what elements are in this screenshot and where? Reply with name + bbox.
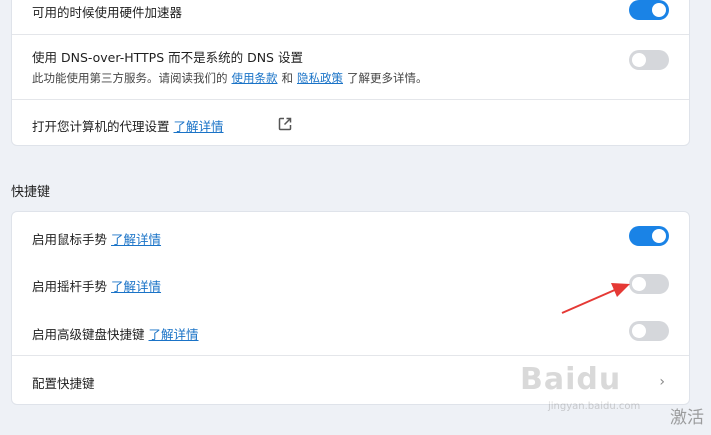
hardware-acceleration-label: 可用的时候使用硬件加速器 xyxy=(32,5,183,20)
privacy-policy-link[interactable]: 隐私政策 xyxy=(297,71,343,85)
toggle-knob xyxy=(652,229,666,243)
toggle-knob xyxy=(652,3,666,17)
dns-over-https-description: 此功能使用第三方服务。请阅读我们的 使用条款和隐私政策 了解更多详情。 xyxy=(32,70,428,86)
rocker-gestures-row: 启用摇杆手势 了解详情 xyxy=(12,260,689,307)
dns-description-prefix: 此功能使用第三方服务。请阅读我们的 xyxy=(32,71,228,85)
baidu-watermark: Baidu xyxy=(520,362,622,397)
toggle-knob xyxy=(632,324,646,338)
advanced-shortcuts-learn-more-link[interactable]: 了解详情 xyxy=(149,327,199,342)
configure-shortcuts-label: 配置快捷键 xyxy=(32,376,95,391)
proxy-learn-more-link[interactable]: 了解详情 xyxy=(174,119,224,134)
proxy-settings-row[interactable]: 打开您计算机的代理设置 了解详情 xyxy=(12,99,689,147)
advanced-keyboard-shortcuts-row: 启用高级键盘快捷键 了解详情 xyxy=(12,307,689,355)
hardware-acceleration-toggle[interactable] xyxy=(629,0,669,20)
dns-over-https-label: 使用 DNS-over-HTTPS 而不是系统的 DNS 设置 xyxy=(32,50,303,65)
mouse-gestures-learn-more-link[interactable]: 了解详情 xyxy=(111,232,161,247)
rocker-gestures-text: 启用摇杆手势 xyxy=(32,279,108,294)
rocker-gestures-learn-more-link[interactable]: 了解详情 xyxy=(111,279,161,294)
dns-over-https-row: 使用 DNS-over-HTTPS 而不是系统的 DNS 设置 此功能使用第三方… xyxy=(12,34,689,99)
hardware-acceleration-row: 可用的时候使用硬件加速器 xyxy=(12,0,689,34)
proxy-settings-text: 打开您计算机的代理设置 xyxy=(32,119,170,134)
mouse-gestures-text: 启用鼠标手势 xyxy=(32,232,108,247)
rocker-gestures-label: 启用摇杆手势 了解详情 xyxy=(32,276,165,295)
shortcuts-section-title: 快捷键 xyxy=(11,185,51,200)
advanced-keyboard-shortcuts-label: 启用高级键盘快捷键 了解详情 xyxy=(32,324,203,343)
chevron-right-icon: › xyxy=(659,374,665,390)
external-link-icon[interactable] xyxy=(277,116,293,132)
and-text: 和 xyxy=(281,71,294,85)
proxy-settings-label: 打开您计算机的代理设置 了解详情 xyxy=(32,116,228,135)
advanced-settings-card: 可用的时候使用硬件加速器 使用 DNS-over-HTTPS 而不是系统的 DN… xyxy=(11,0,690,146)
mouse-gestures-label: 启用鼠标手势 了解详情 xyxy=(32,229,165,248)
advanced-keyboard-shortcuts-text: 启用高级键盘快捷键 xyxy=(32,327,145,342)
advanced-keyboard-shortcuts-toggle[interactable] xyxy=(629,321,669,341)
toggle-knob xyxy=(632,53,646,67)
mouse-gestures-row: 启用鼠标手势 了解详情 xyxy=(12,212,689,260)
toggle-knob xyxy=(632,277,646,291)
watermark-url: jingyan.baidu.com xyxy=(548,401,641,412)
dns-description-suffix: 了解更多详情。 xyxy=(347,71,428,85)
activate-watermark: 激活 xyxy=(670,408,704,428)
dns-over-https-toggle[interactable] xyxy=(629,50,669,70)
mouse-gestures-toggle[interactable] xyxy=(629,226,669,246)
rocker-gestures-toggle[interactable] xyxy=(629,274,669,294)
terms-of-use-link[interactable]: 使用条款 xyxy=(232,71,278,85)
